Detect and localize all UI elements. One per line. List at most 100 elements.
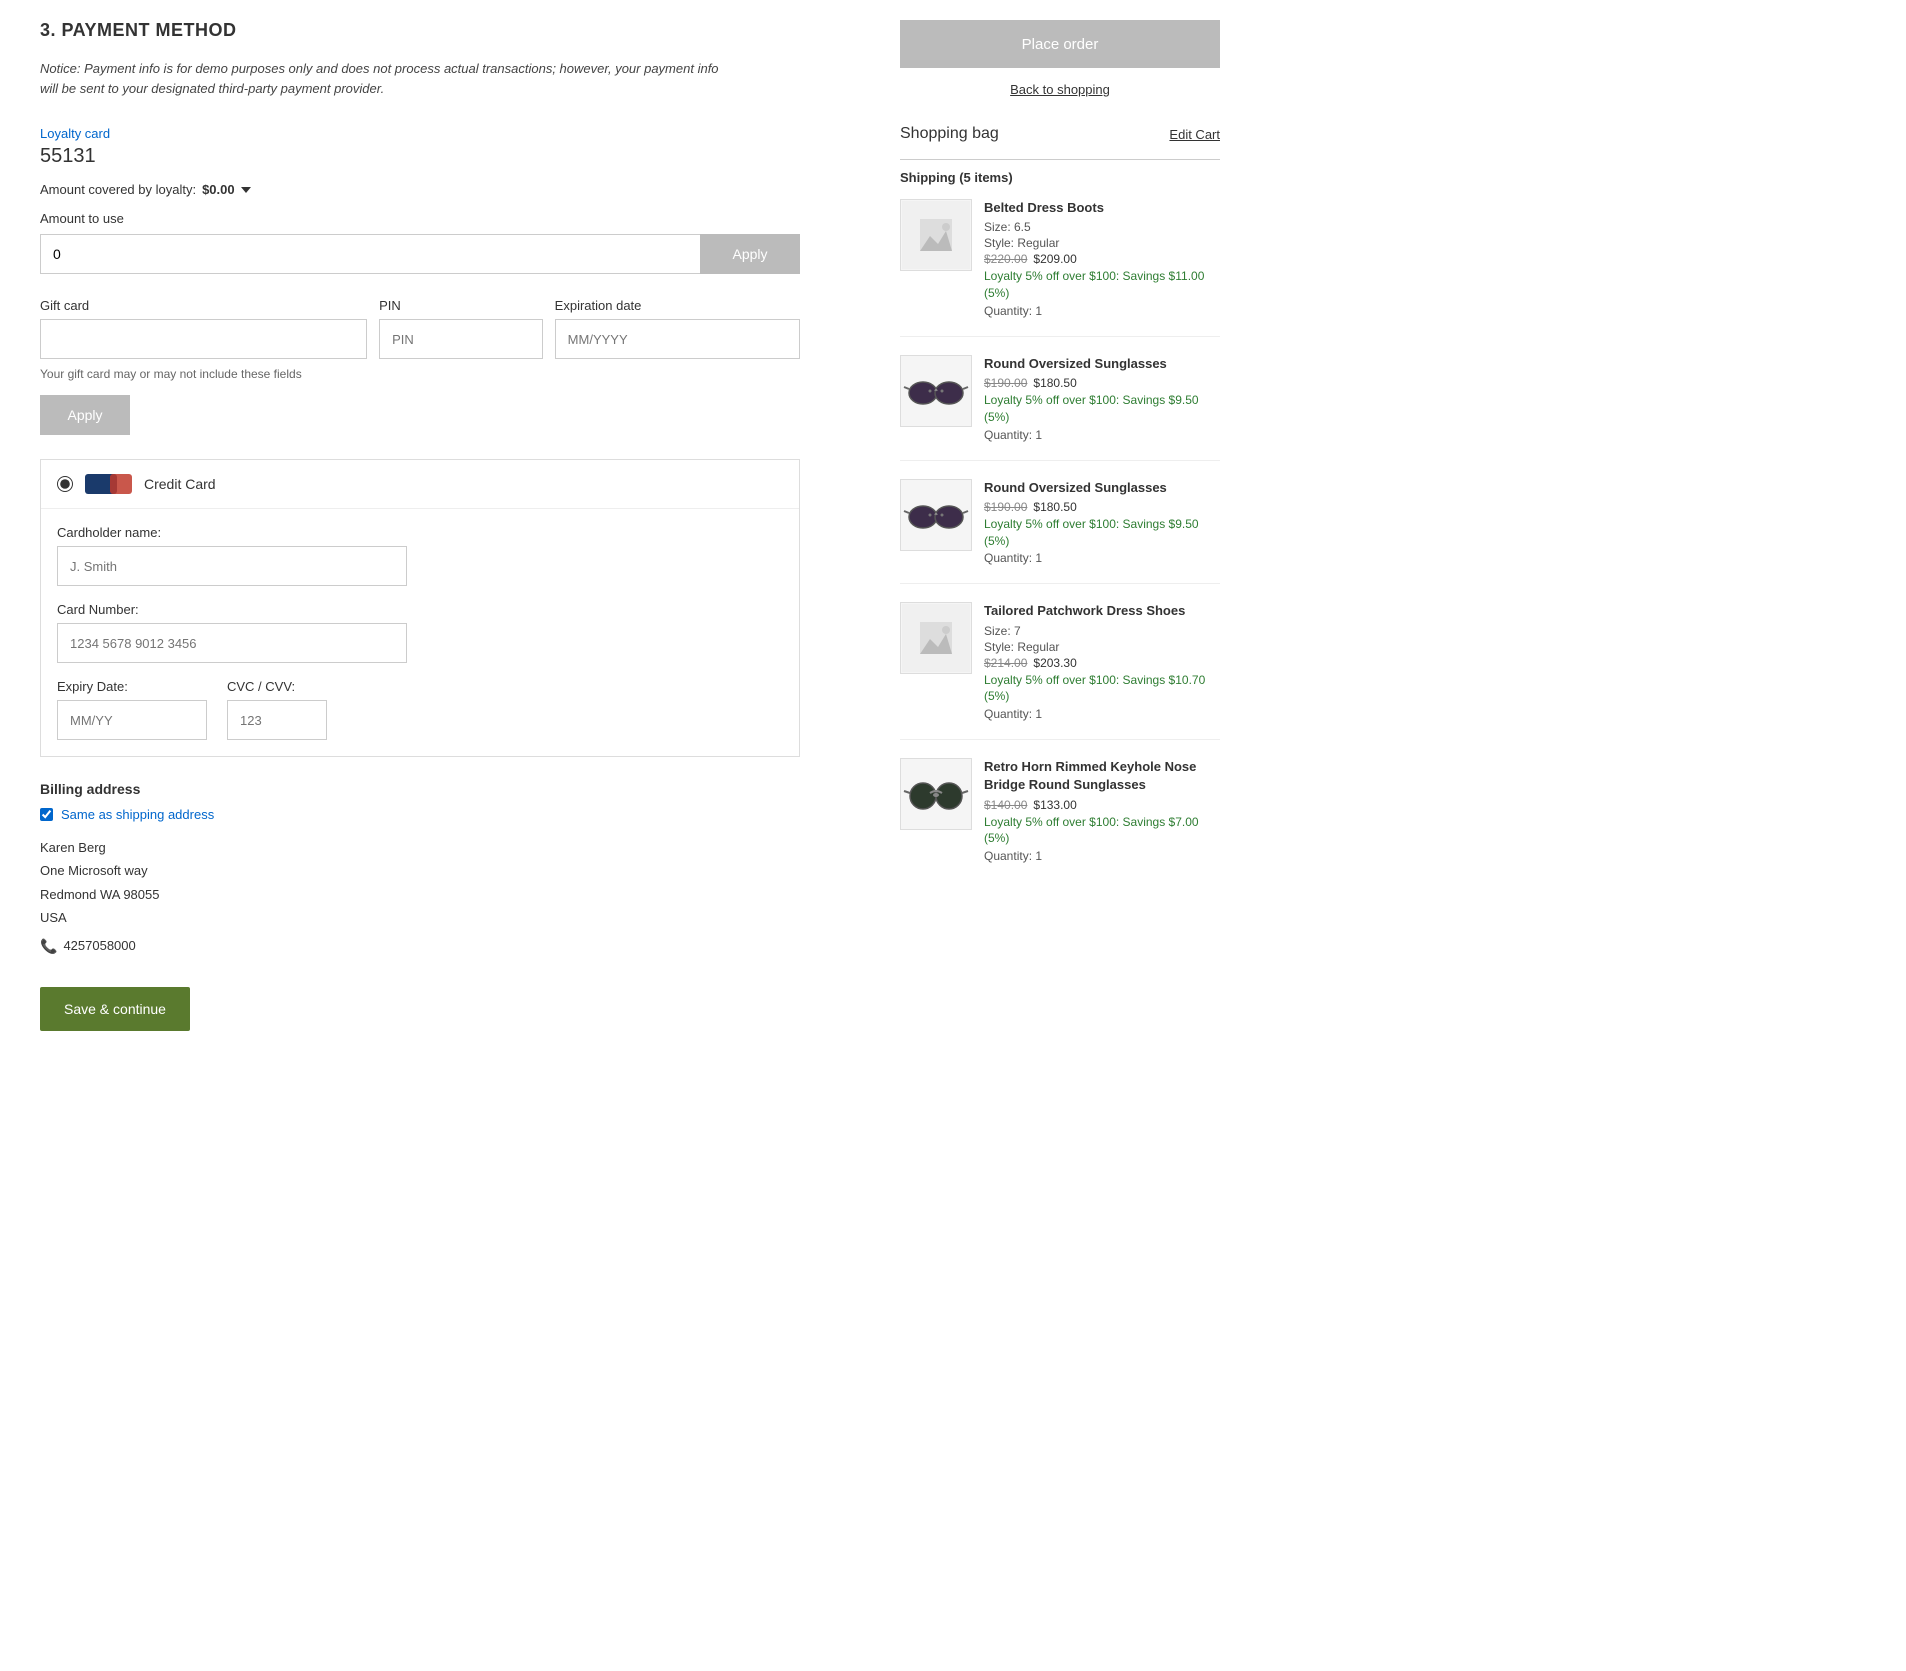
cvv-input[interactable] — [227, 700, 327, 740]
billing-phone-row: 📞 4257058000 — [40, 934, 860, 959]
price-row: $220.00 $209.00 — [984, 252, 1220, 266]
item-name: Belted Dress Boots — [984, 199, 1220, 217]
price-sale: $180.50 — [1033, 376, 1076, 390]
item-name: Round Oversized Sunglasses — [984, 355, 1220, 373]
notice-text: Notice: Payment info is for demo purpose… — [40, 59, 740, 98]
card-number-field: Card Number: — [57, 602, 783, 663]
item-size: Size: 6.5 — [984, 220, 1220, 234]
price-sale: $209.00 — [1033, 252, 1076, 266]
edit-cart-link[interactable]: Edit Cart — [1169, 127, 1220, 142]
cart-item: Tailored Patchwork Dress Shoes Size: 7St… — [900, 602, 1220, 740]
cardholder-field: Cardholder name: — [57, 525, 783, 586]
pin-label: PIN — [379, 298, 543, 313]
item-quantity: Quantity: 1 — [984, 551, 1220, 565]
item-quantity: Quantity: 1 — [984, 304, 1220, 318]
item-info: Retro Horn Rimmed Keyhole Nose Bridge Ro… — [984, 758, 1220, 863]
cart-item: Round Oversized Sunglasses $190.00 $180.… — [900, 479, 1220, 585]
loyalty-savings: Loyalty 5% off over $100: Savings $9.50 … — [984, 516, 1220, 550]
phone-icon: 📞 — [40, 934, 57, 959]
loyalty-savings: Loyalty 5% off over $100: Savings $7.00 … — [984, 814, 1220, 848]
cc-expiry-label: Expiry Date: — [57, 679, 207, 694]
price-row: $214.00 $203.30 — [984, 656, 1220, 670]
card-number-input[interactable] — [57, 623, 407, 663]
billing-phone: 4257058000 — [63, 934, 135, 957]
item-quantity: Quantity: 1 — [984, 707, 1220, 721]
pin-field: PIN — [379, 298, 543, 359]
save-continue-button[interactable]: Save & continue — [40, 987, 190, 1031]
gift-card-label: Gift card — [40, 298, 367, 313]
cvv-field: CVC / CVV: — [227, 679, 327, 740]
gift-card-field: Gift card — [40, 298, 367, 359]
amount-to-use-label: Amount to use — [40, 211, 860, 226]
pin-input[interactable] — [379, 319, 543, 359]
cc-stripe2-icon — [110, 474, 132, 494]
cc-expiry-input[interactable] — [57, 700, 207, 740]
same-as-shipping-row: Same as shipping address — [40, 807, 860, 822]
amount-row: Apply — [40, 234, 800, 274]
price-original: $220.00 — [984, 252, 1027, 266]
same-as-shipping-checkbox[interactable] — [40, 808, 53, 821]
expiry-field: Expiration date — [555, 298, 800, 359]
amount-covered: Amount covered by loyalty: $0.00 — [40, 182, 860, 197]
loyalty-apply-button[interactable]: Apply — [700, 234, 800, 274]
price-sale: $203.30 — [1033, 656, 1076, 670]
gift-card-section: Gift card PIN Expiration date Your gift … — [40, 298, 860, 435]
sidebar: Place order Back to shopping Shopping ba… — [900, 20, 1220, 1651]
item-info: Tailored Patchwork Dress Shoes Size: 7St… — [984, 602, 1220, 721]
billing-name: Karen Berg — [40, 836, 860, 859]
billing-address: Karen Berg One Microsoft way Redmond WA … — [40, 836, 860, 959]
item-style: Style: Regular — [984, 640, 1220, 654]
expiry-date-label: Expiration date — [555, 298, 800, 313]
cardholder-label: Cardholder name: — [57, 525, 783, 540]
gift-card-row: Gift card PIN Expiration date — [40, 298, 800, 359]
back-to-shopping-link[interactable]: Back to shopping — [900, 82, 1220, 97]
price-original: $214.00 — [984, 656, 1027, 670]
cart-item: Round Oversized Sunglasses $190.00 $180.… — [900, 355, 1220, 461]
shopping-bag-title: Shopping bag — [900, 125, 999, 143]
item-quantity: Quantity: 1 — [984, 849, 1220, 863]
item-image — [900, 355, 972, 427]
gift-card-input[interactable] — [40, 319, 367, 359]
price-row: $140.00 $133.00 — [984, 798, 1220, 812]
billing-country: USA — [40, 906, 860, 929]
cart-items-container: Belted Dress Boots Size: 6.5 Style: Regul… — [900, 199, 1220, 881]
price-row: $190.00 $180.50 — [984, 376, 1220, 390]
amount-input[interactable] — [40, 234, 700, 274]
loyalty-number: 55131 — [40, 145, 860, 168]
item-image — [900, 479, 972, 551]
payment-method-row: Credit Card — [41, 460, 799, 509]
credit-card-icon — [85, 474, 132, 494]
cart-item: Belted Dress Boots Size: 6.5 Style: Regul… — [900, 199, 1220, 337]
price-original: $190.00 — [984, 500, 1027, 514]
place-order-button[interactable]: Place order — [900, 20, 1220, 68]
card-number-label: Card Number: — [57, 602, 783, 617]
loyalty-section: Loyalty card 55131 Amount covered by loy… — [40, 126, 860, 274]
cvv-label: CVC / CVV: — [227, 679, 327, 694]
item-name: Round Oversized Sunglasses — [984, 479, 1220, 497]
loyalty-savings: Loyalty 5% off over $100: Savings $9.50 … — [984, 392, 1220, 426]
item-info: Round Oversized Sunglasses $190.00 $180.… — [984, 479, 1220, 566]
item-image — [900, 199, 972, 271]
loyalty-label: Loyalty card — [40, 126, 860, 141]
billing-address-line2: Redmond WA 98055 — [40, 883, 860, 906]
amount-chevron-icon[interactable] — [241, 187, 251, 193]
credit-card-section: Credit Card Cardholder name: Card Number… — [40, 459, 800, 757]
item-name: Tailored Patchwork Dress Shoes — [984, 602, 1220, 620]
gift-card-apply-button[interactable]: Apply — [40, 395, 130, 435]
price-row: $190.00 $180.50 — [984, 500, 1220, 514]
credit-card-radio[interactable] — [57, 476, 73, 492]
cardholder-input[interactable] — [57, 546, 407, 586]
cart-item: Retro Horn Rimmed Keyhole Nose Bridge Ro… — [900, 758, 1220, 881]
credit-card-label: Credit Card — [144, 476, 216, 492]
item-info: Belted Dress Boots Size: 6.5 Style: Regul… — [984, 199, 1220, 318]
item-style: Style: Regular — [984, 236, 1220, 250]
item-name: Retro Horn Rimmed Keyhole Nose Bridge Ro… — [984, 758, 1220, 794]
expiry-date-input[interactable] — [555, 319, 800, 359]
gift-card-hint: Your gift card may or may not include th… — [40, 367, 860, 381]
item-quantity: Quantity: 1 — [984, 428, 1220, 442]
billing-title: Billing address — [40, 781, 860, 797]
price-sale: $180.50 — [1033, 500, 1076, 514]
credit-card-form: Cardholder name: Card Number: Expiry Dat… — [41, 509, 799, 756]
item-image — [900, 602, 972, 674]
price-original: $190.00 — [984, 376, 1027, 390]
